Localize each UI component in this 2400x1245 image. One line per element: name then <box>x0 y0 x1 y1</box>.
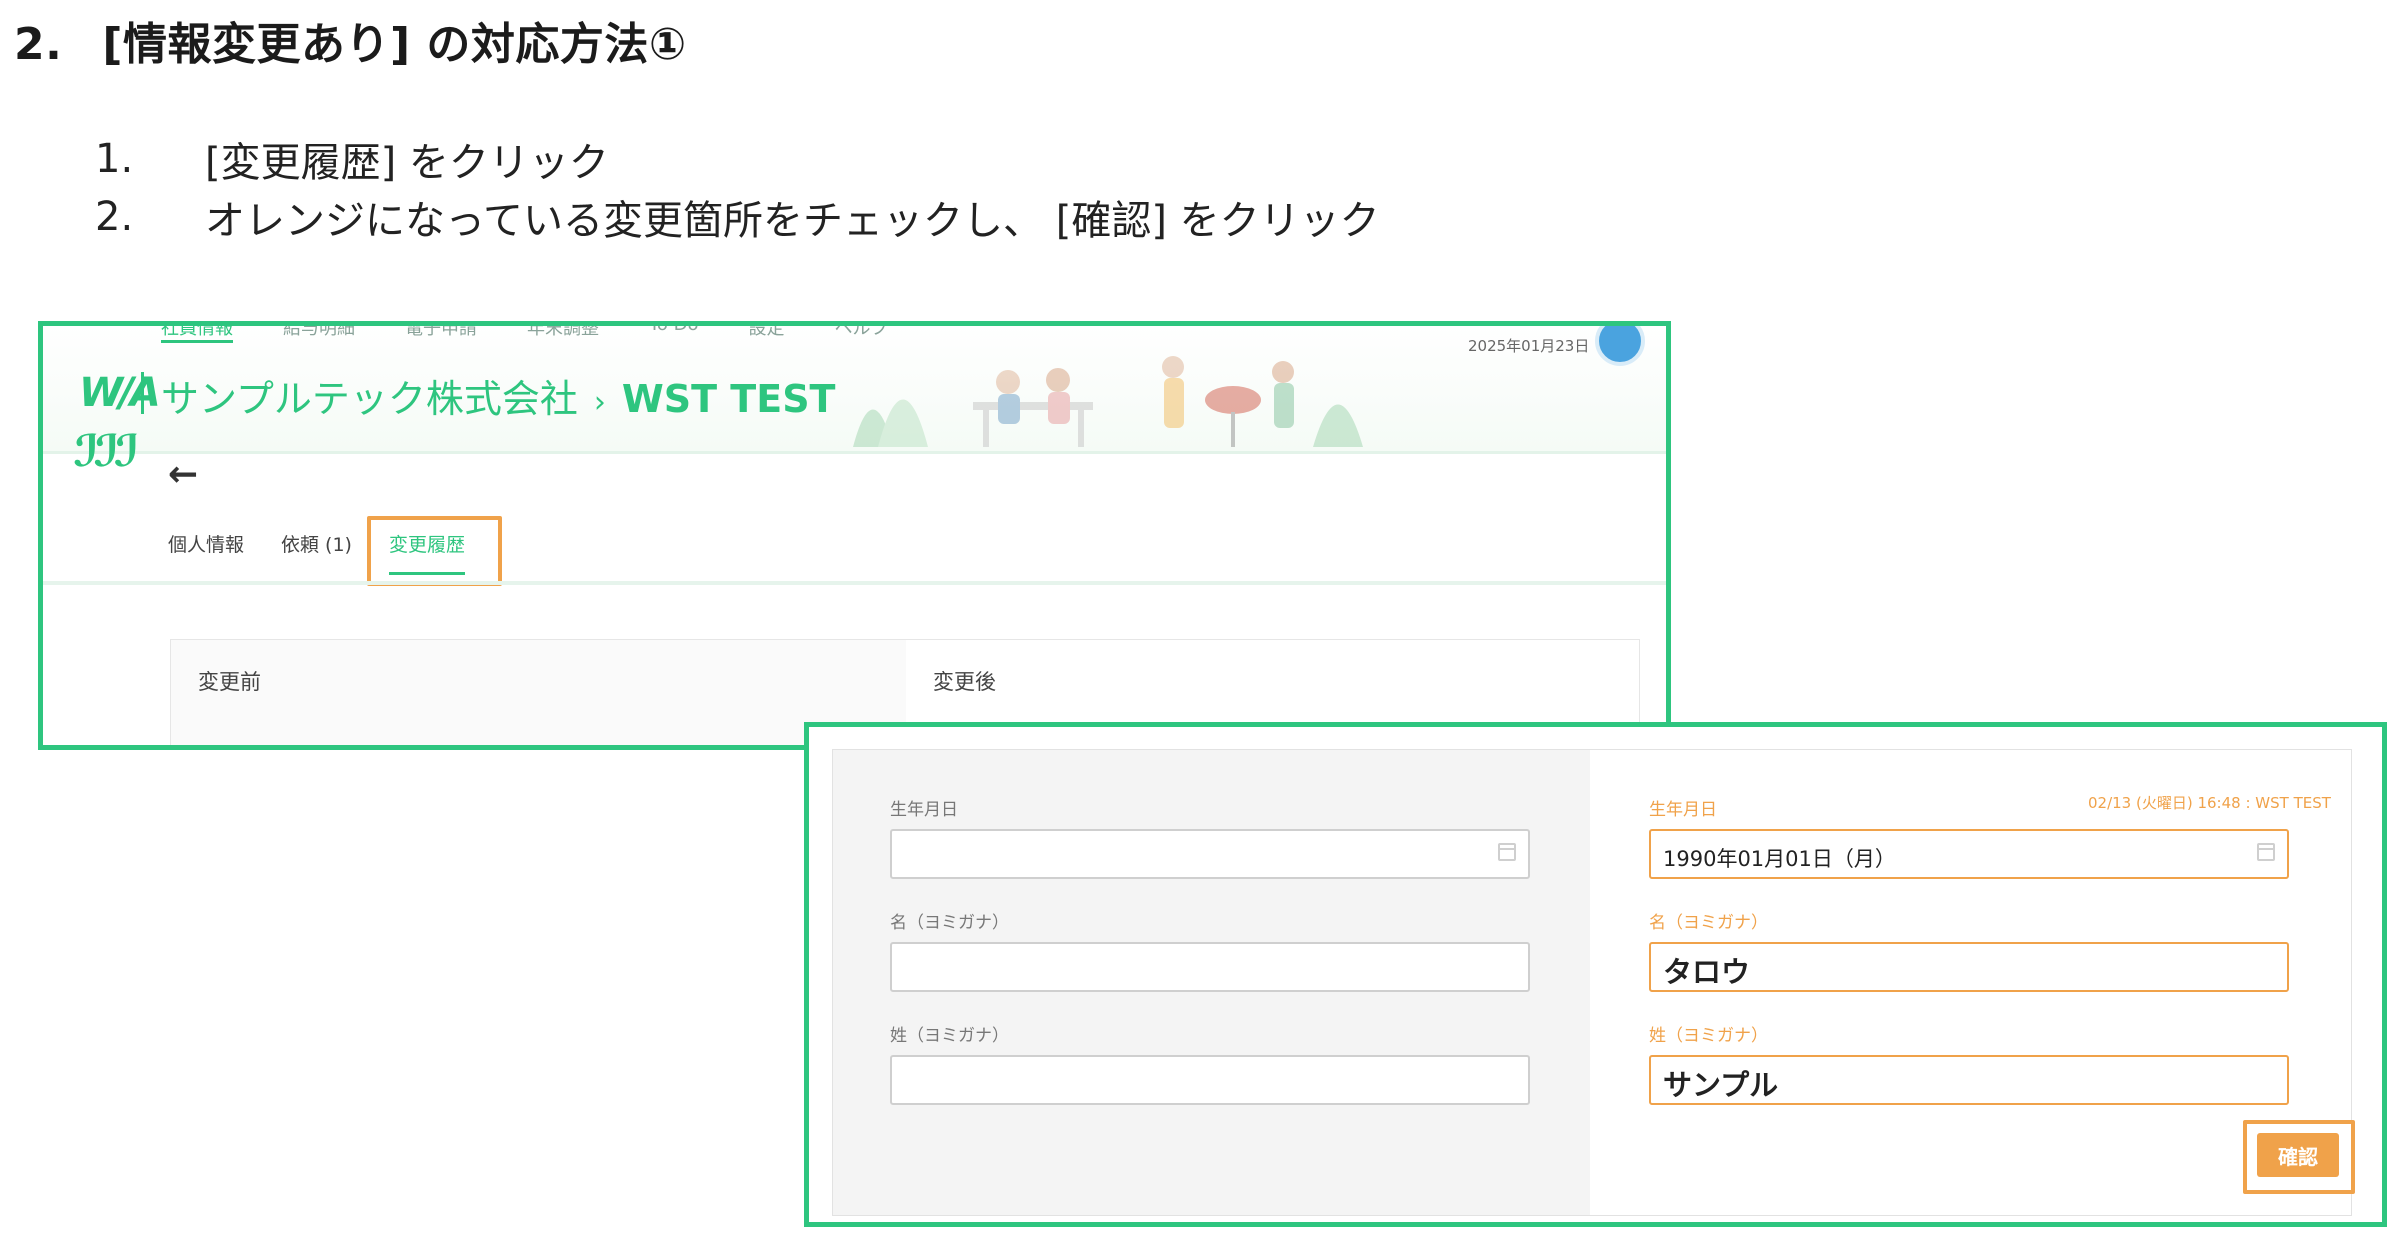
list-item: 1. [変更履歴] をクリック <box>95 130 1380 188</box>
page-heading: 2. [情報変更あり] の対応方法① <box>14 8 687 72</box>
logo-divider <box>141 372 144 414</box>
step-number: 1. <box>95 136 134 182</box>
calendar-icon <box>2257 843 2275 861</box>
header-illustration <box>853 356 1363 447</box>
tab-highlight-box <box>367 516 502 586</box>
company-name[interactable]: サンプルテック株式会社 <box>161 377 578 421</box>
confirm-button[interactable]: 確認 <box>2257 1133 2339 1177</box>
app-logo[interactable]: W/A <box>79 370 161 416</box>
before-first-kana-label: 名（ヨミガナ） <box>890 913 1009 933</box>
before-birth-field <box>890 829 1530 879</box>
app-screenshot-tabs: 社員情報 給与明細 電子申請 年末調整 To Do 設定 ヘルプ W/A サンプ… <box>38 321 1671 750</box>
step-text: [変更履歴] をクリック <box>205 140 609 186</box>
breadcrumb: サンプルテック株式会社 › WST TEST <box>161 368 835 423</box>
field-value <box>892 944 1528 956</box>
step-number: 2. <box>95 194 134 240</box>
tab-requests[interactable]: 依頼 (1) <box>281 530 352 567</box>
chevron-right-icon: › <box>593 385 606 420</box>
top-nav: 社員情報 給与明細 電子申請 年末調整 To Do 設定 ヘルプ <box>161 326 889 343</box>
field-value: サンプル <box>1663 1068 1779 1102</box>
nav-item[interactable]: 年末調整 <box>527 326 599 343</box>
change-timestamp: 02/13 (火曜日) 16:48 : WST TEST <box>2088 794 2331 812</box>
before-birth-label: 生年月日 <box>890 800 958 820</box>
after-birth-label: 生年月日 <box>1649 800 1717 820</box>
heading-text: [情報変更あり] の対応方法① <box>102 19 687 70</box>
tab-personal-info[interactable]: 個人情報 <box>168 530 244 567</box>
brand-mark-icon: ℐℐℐ <box>73 426 140 477</box>
change-card: 生年月日 名（ヨミガナ） 姓（ヨミガナ） 02/13 (火曜日) 16:48 :… <box>832 749 2355 1216</box>
field-value: 1990年01月01日（月） <box>1663 847 1896 871</box>
step-list: 1. [変更履歴] をクリック 2. オレンジになっている変更箇所をチェックし、 … <box>95 130 1380 246</box>
tab-divider <box>43 581 1666 585</box>
app-screenshot-detail: 生年月日 名（ヨミガナ） 姓（ヨミガナ） 02/13 (火曜日) 16:48 :… <box>804 722 2387 1227</box>
after-first-kana-label: 名（ヨミガナ） <box>1649 913 1768 933</box>
before-last-kana-label: 姓（ヨミガナ） <box>890 1026 1009 1046</box>
header-date: 2025年01月23日 <box>1468 337 1590 355</box>
after-last-kana-label: 姓（ヨミガナ） <box>1649 1026 1768 1046</box>
field-value <box>892 831 1528 843</box>
field-value <box>892 1057 1528 1069</box>
before-last-kana-field <box>890 1055 1530 1105</box>
list-item: 2. オレンジになっている変更箇所をチェックし、 [確認] をクリック <box>95 188 1380 246</box>
before-column-header: 変更前 <box>198 670 261 694</box>
after-birth-field: 1990年01月01日（月） <box>1649 829 2289 879</box>
after-column-header: 変更後 <box>933 670 996 694</box>
after-first-kana-field: タロウ <box>1649 942 2289 992</box>
field-value: タロウ <box>1663 955 1751 989</box>
before-first-kana-field <box>890 942 1530 992</box>
nav-item[interactable]: 給与明細 <box>283 326 355 343</box>
after-last-kana-field: サンプル <box>1649 1055 2289 1105</box>
nav-item[interactable]: 設定 <box>749 326 785 343</box>
nav-item[interactable]: To Do <box>649 326 699 343</box>
back-arrow-icon[interactable]: ← <box>168 454 198 495</box>
employee-name: WST TEST <box>621 377 836 421</box>
step-text: オレンジになっている変更箇所をチェックし、 [確認] をクリック <box>205 198 1380 244</box>
heading-number: 2. <box>14 19 63 70</box>
nav-item[interactable]: 社員情報 <box>161 326 233 343</box>
calendar-icon <box>1498 843 1516 861</box>
nav-item[interactable]: 電子申請 <box>405 326 477 343</box>
